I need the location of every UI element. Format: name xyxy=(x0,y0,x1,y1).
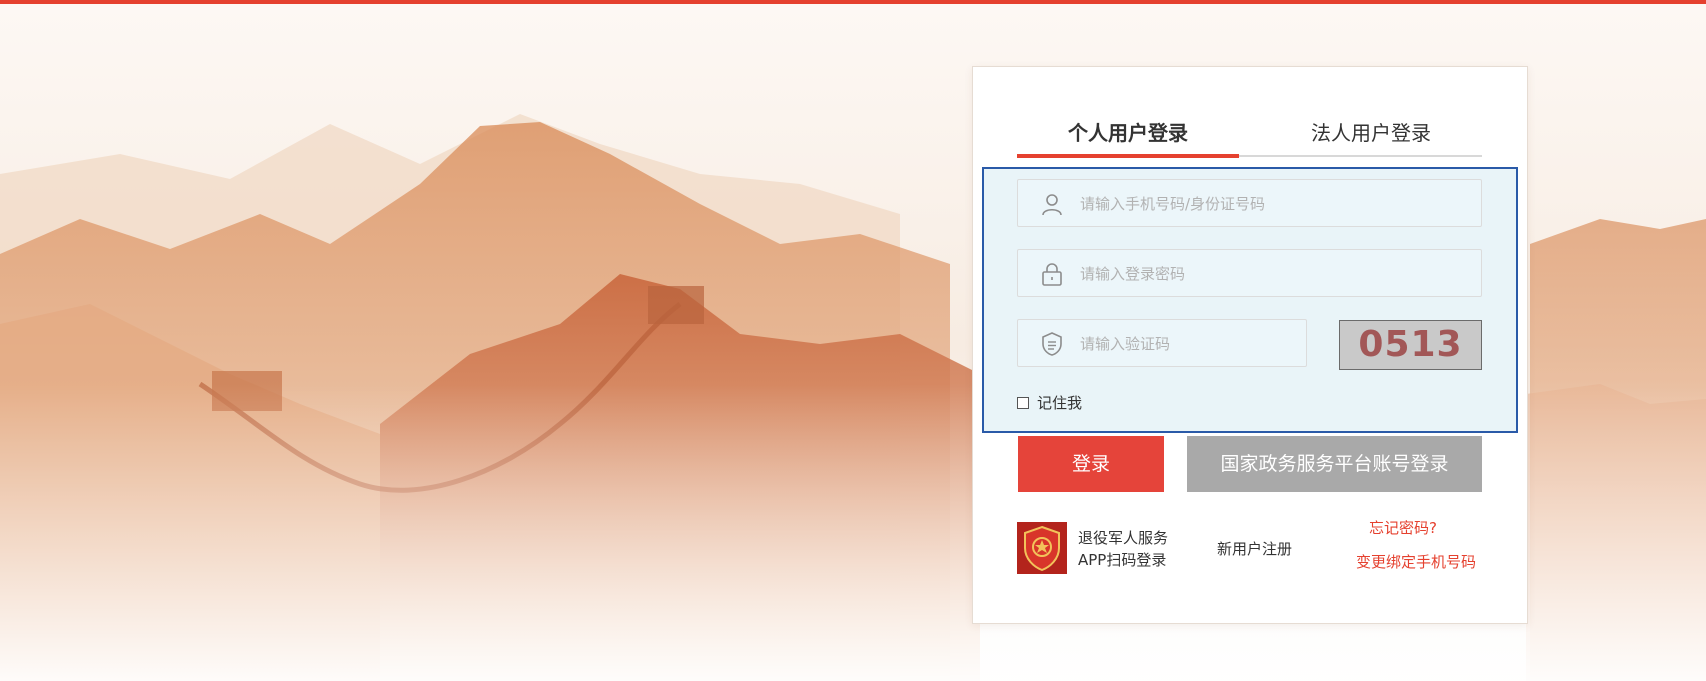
verification-code-input[interactable] xyxy=(1078,320,1300,368)
password-input[interactable] xyxy=(1078,250,1475,298)
app-scan-line2: APP扫码登录 xyxy=(1078,551,1167,569)
app-scan-line1: 退役军人服务 xyxy=(1078,529,1169,547)
remember-me-label: 记住我 xyxy=(1037,394,1083,412)
register-link[interactable]: 新用户注册 xyxy=(1217,538,1292,559)
veterans-emblem-icon[interactable] xyxy=(1017,522,1067,574)
change-phone-link[interactable]: 变更绑定手机号码 xyxy=(1356,551,1476,572)
login-card: 个人用户登录 法人用户登录 0513 记 xyxy=(972,66,1528,624)
login-button[interactable]: 登录 xyxy=(1018,436,1164,492)
gov-platform-login-button[interactable]: 国家政务服务平台账号登录 xyxy=(1187,436,1482,492)
user-icon xyxy=(1042,194,1062,216)
shield-icon xyxy=(1042,332,1062,356)
app-scan-login-link[interactable]: 退役军人服务 APP扫码登录 xyxy=(1078,527,1168,571)
tab-corporate-label: 法人用户登录 xyxy=(1311,121,1431,145)
remember-me-checkbox[interactable] xyxy=(1017,397,1029,409)
tab-personal-login[interactable]: 个人用户登录 xyxy=(1017,111,1239,158)
account-input[interactable] xyxy=(1078,180,1475,228)
active-tab-indicator xyxy=(1017,154,1239,158)
password-field[interactable] xyxy=(1017,249,1482,298)
tab-corporate-login[interactable]: 法人用户登录 xyxy=(1260,111,1482,155)
forgot-password-link[interactable]: 忘记密码? xyxy=(1369,517,1437,538)
tab-personal-label: 个人用户登录 xyxy=(1068,121,1188,145)
lock-icon xyxy=(1042,263,1062,286)
account-field[interactable] xyxy=(1017,179,1482,228)
login-tabs: 个人用户登录 法人用户登录 xyxy=(1017,111,1482,158)
verification-code-field[interactable] xyxy=(1017,319,1307,368)
captcha-image[interactable]: 0513 xyxy=(1339,320,1482,370)
